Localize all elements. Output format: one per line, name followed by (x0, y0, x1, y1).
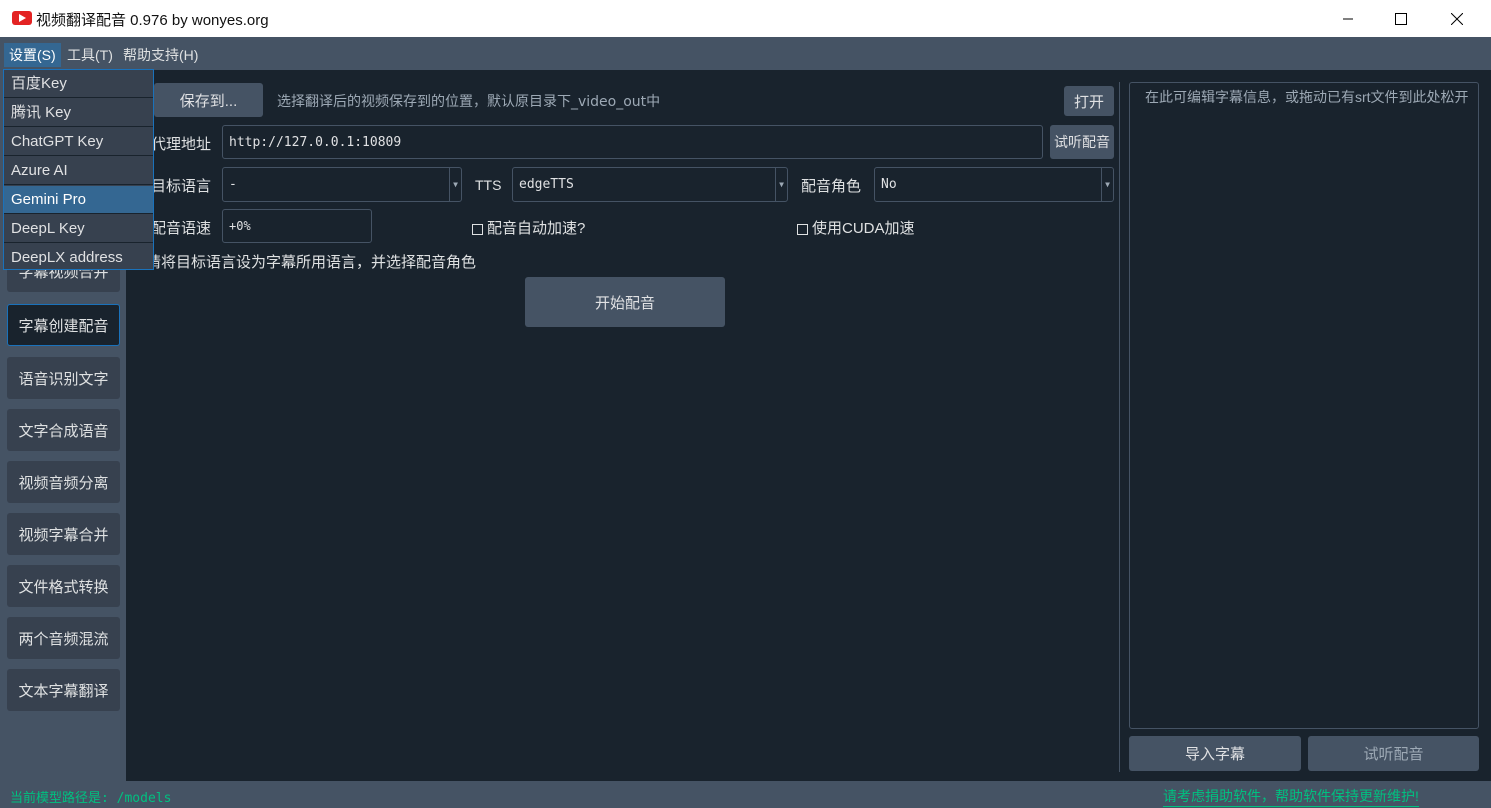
sidebar-item-video-subtitle-merge[interactable]: 视频字幕合并 (7, 513, 120, 555)
tts-label: TTS (475, 177, 502, 193)
cuda-checkbox[interactable]: 使用CUDA加速 (797, 217, 915, 238)
minimize-button[interactable] (1325, 0, 1371, 37)
menu-item-deeplx-address[interactable]: DeepLX address (4, 244, 153, 272)
hint-text: 请将目标语言设为字幕所用语言，并选择配音角色 (146, 254, 477, 271)
speed-label: 配音语速 (151, 220, 212, 237)
sidebar-item-text-to-speech[interactable]: 文字合成语音 (7, 409, 120, 451)
start-dubbing-button[interactable]: 开始配音 (525, 277, 725, 327)
close-icon (1451, 12, 1463, 25)
chevron-down-icon: ▼ (1101, 168, 1113, 201)
maximize-button[interactable] (1378, 0, 1424, 37)
menu-help[interactable]: 帮助支持(H) (118, 43, 203, 67)
menu-item-deepl-key[interactable]: DeepL Key (4, 215, 153, 243)
target-language-label: 目标语言 (151, 178, 212, 195)
target-language-value: - (229, 177, 237, 192)
sidebar-item-audio-mix[interactable]: 两个音频混流 (7, 617, 120, 659)
close-button[interactable] (1434, 0, 1480, 37)
sidebar-item-subtitle-dubbing[interactable]: 字幕创建配音 (7, 304, 120, 346)
voice-role-value: No (881, 177, 897, 192)
chevron-down-icon: ▼ (449, 168, 461, 201)
tts-select[interactable]: edgeTTS ▼ (512, 167, 788, 202)
auto-speed-checkbox[interactable]: 配音自动加速? (472, 217, 585, 238)
menu-item-chatgpt-key[interactable]: ChatGPT Key (4, 128, 153, 156)
proxy-input[interactable]: http://127.0.0.1:10809 (222, 125, 1043, 159)
sidebar-item-format-convert[interactable]: 文件格式转换 (7, 565, 120, 607)
save-to-button[interactable]: 保存到... (154, 83, 263, 117)
subtitle-editor[interactable]: 在此可编辑字幕信息，或拖动已有srt文件到此处松开 (1129, 82, 1479, 729)
target-language-select[interactable]: - ▼ (222, 167, 462, 202)
menu-bar: 设置(S) 工具(T) 帮助支持(H) (0, 37, 1491, 70)
menu-tools[interactable]: 工具(T) (62, 43, 118, 67)
save-hint: 选择翻译后的视频保存到的位置，默认原目录下_video_out中 (277, 94, 661, 110)
menu-item-tencent-key[interactable]: 腾讯 Key (4, 99, 153, 127)
voice-role-select[interactable]: No ▼ (874, 167, 1114, 202)
model-path-status: 当前模型路径是: /models (10, 791, 172, 806)
splitter-handle[interactable] (1119, 82, 1125, 772)
import-subtitle-button[interactable]: 导入字幕 (1129, 736, 1301, 771)
menu-item-gemini-pro[interactable]: Gemini Pro (4, 186, 153, 214)
sidebar-item-audio-separation[interactable]: 视频音频分离 (7, 461, 120, 503)
subtitle-editor-placeholder: 在此可编辑字幕信息，或拖动已有srt文件到此处松开 (1145, 89, 1469, 105)
open-button[interactable]: 打开 (1064, 86, 1114, 116)
listen-button[interactable]: 试听配音 (1050, 125, 1114, 159)
settings-dropdown-menu: 百度Key 腾讯 Key ChatGPT Key Azure AI Gemini… (3, 69, 154, 270)
sidebar-item-speech-recognition[interactable]: 语音识别文字 (7, 357, 120, 399)
menu-item-baidu-key[interactable]: 百度Key (4, 70, 153, 98)
voice-role-label: 配音角色 (801, 178, 862, 195)
cuda-label: 使用CUDA加速 (812, 220, 915, 237)
sidebar-item-text-translate[interactable]: 文本字幕翻译 (7, 669, 120, 711)
maximize-icon (1395, 12, 1407, 25)
auto-speed-label: 配音自动加速? (487, 220, 586, 237)
checkbox-icon (472, 223, 483, 235)
app-logo-icon (12, 11, 32, 25)
checkbox-icon (797, 223, 808, 235)
minimize-icon (1343, 18, 1353, 19)
menu-settings[interactable]: 设置(S) (4, 43, 61, 67)
chevron-down-icon: ▼ (775, 168, 787, 201)
donate-link[interactable]: 请考虑捐助软件，帮助软件保持更新维护! (1163, 786, 1419, 807)
window-title: 视频翻译配音 0.976 by wonyes.org (36, 12, 269, 29)
status-bar: 当前模型路径是: /models 请考虑捐助软件，帮助软件保持更新维护! (0, 781, 1491, 808)
menu-item-azure-ai[interactable]: Azure AI (4, 157, 153, 185)
listen-dubbing-button[interactable]: 试听配音 (1308, 736, 1479, 771)
title-bar: 视频翻译配音 0.976 by wonyes.org (0, 0, 1491, 37)
tts-value: edgeTTS (519, 177, 574, 192)
proxy-label: 代理地址 (151, 136, 212, 153)
speed-input[interactable]: +0% (222, 209, 372, 243)
